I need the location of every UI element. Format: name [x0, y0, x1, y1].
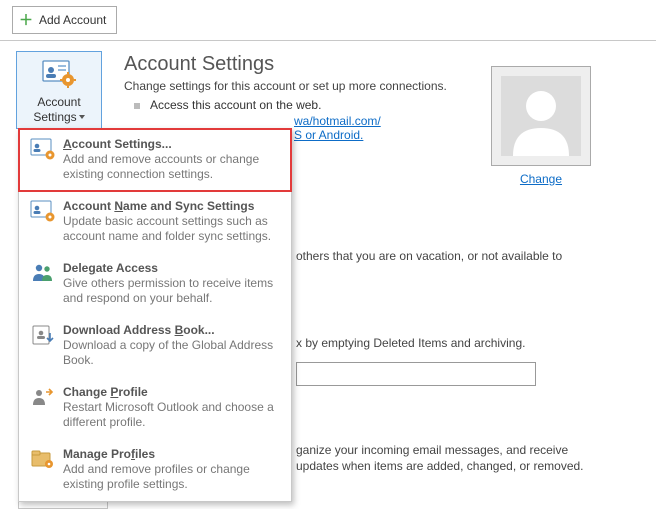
person-silhouette-icon [501, 76, 581, 156]
add-account-button[interactable]: ＋ Add Account [12, 6, 117, 34]
menu-item-download-address-book[interactable]: Download Address Book... Download a copy… [19, 315, 291, 377]
add-account-label: Add Account [39, 13, 106, 27]
address-book-download-icon [29, 323, 57, 368]
account-card-gear-icon [42, 58, 76, 91]
menu-item-desc: Add and remove accounts or change existi… [63, 152, 281, 182]
avatar [491, 66, 591, 166]
folder-gear-icon [29, 447, 57, 492]
menu-item-title: Change Profile [63, 385, 281, 399]
top-bar: ＋ Add Account [0, 0, 656, 41]
change-avatar-link[interactable]: Change [520, 172, 562, 186]
mailbox-fragment: x by emptying Deleted Items and archivin… [296, 335, 632, 352]
menu-item-title: Account Name and Sync Settings [63, 199, 281, 213]
account-settings-ribbon-button[interactable]: Account Settings [16, 51, 102, 129]
menu-item-name-sync[interactable]: Account Name and Sync Settings Update ba… [19, 191, 291, 253]
menu-item-desc: Update basic account settings such as ac… [63, 214, 281, 244]
mobile-app-link[interactable]: S or Android. [294, 128, 363, 142]
menu-item-change-profile[interactable]: Change Profile Restart Microsoft Outlook… [19, 377, 291, 439]
menu-item-delegate-access[interactable]: Delegate Access Give others permission t… [19, 253, 291, 315]
account-card-gear-icon [29, 199, 57, 244]
account-settings-dropdown: Account Settings... Add and remove accou… [18, 128, 292, 502]
menu-item-title: Download Address Book... [63, 323, 281, 337]
menu-item-manage-profiles[interactable]: Manage Profiles Add and remove profiles … [19, 439, 291, 501]
menu-item-desc: Give others permission to receive items … [63, 276, 281, 306]
autoreply-fragment: others that you are on vacation, or not … [296, 248, 632, 265]
menu-item-desc: Restart Microsoft Outlook and choose a d… [63, 400, 281, 430]
rules-fragment: ganize your incoming email messages, and… [296, 442, 632, 476]
webmail-link[interactable]: wa/hotmail.com/ [294, 114, 381, 128]
menu-item-title: Delegate Access [63, 261, 281, 275]
account-card-gear-icon [29, 137, 57, 182]
menu-item-account-settings[interactable]: Account Settings... Add and remove accou… [18, 128, 292, 192]
people-icon [29, 261, 57, 306]
person-swap-icon [29, 385, 57, 430]
menu-item-desc: Add and remove profiles or change existi… [63, 462, 281, 492]
ribbon-label: Account Settings [33, 95, 84, 124]
avatar-box: Change [484, 66, 598, 186]
menu-item-desc: Download a copy of the Global Address Bo… [63, 338, 281, 368]
chevron-down-icon [79, 115, 85, 119]
plus-icon: ＋ [19, 10, 33, 30]
bullet-text: Access this account on the web. [150, 98, 321, 112]
mailbox-size-input[interactable] [296, 362, 536, 386]
menu-item-title: Account Settings... [63, 137, 281, 151]
bullet-icon [134, 103, 140, 109]
menu-item-title: Manage Profiles [63, 447, 281, 461]
